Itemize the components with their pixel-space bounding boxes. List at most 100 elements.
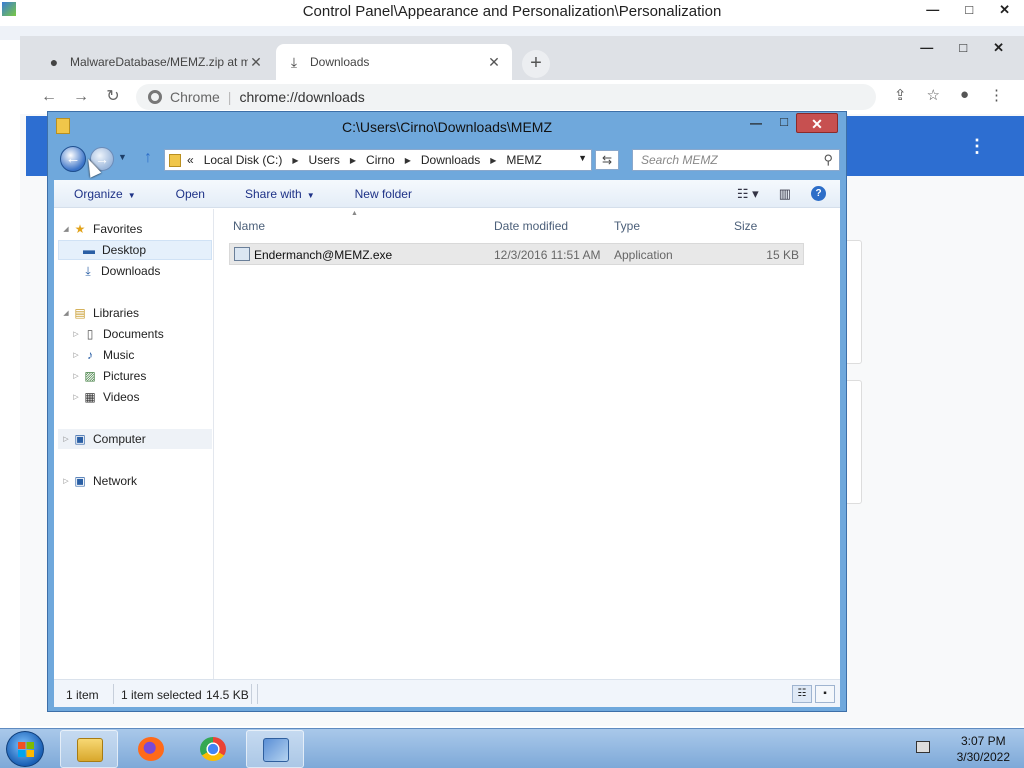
expand-arrow-icon[interactable]: ▷ bbox=[70, 330, 82, 338]
chrome-toolbar: ← → ↻ Chrome | chrome://downloads ⇪ ☆ ● … bbox=[20, 80, 1024, 114]
column-header-date[interactable]: Date modified bbox=[494, 219, 568, 233]
explorer-address-bar[interactable]: « Local Disk (C:) ▶ Users ▶ Cirno ▶ Down… bbox=[164, 149, 592, 171]
chrome-menu-icon[interactable]: ⋮ bbox=[989, 86, 1004, 104]
control-panel-title: Control Panel\Appearance and Personaliza… bbox=[302, 3, 722, 20]
forward-arrow-icon[interactable]: → bbox=[70, 86, 92, 108]
search-icon[interactable]: ⚲ bbox=[823, 152, 833, 168]
taskbar-file-explorer[interactable] bbox=[60, 730, 118, 768]
large-icons-view-icon[interactable]: ▪ bbox=[815, 685, 835, 703]
details-view-icon[interactable]: ☷ bbox=[792, 685, 812, 703]
chrome-icon bbox=[200, 737, 226, 761]
column-header-name[interactable]: Name bbox=[233, 219, 265, 233]
nav-documents[interactable]: ▷ ▯ Documents bbox=[70, 324, 163, 344]
explorer-close-button[interactable]: ✕ bbox=[796, 113, 838, 133]
chrome-maximize-button[interactable]: □ bbox=[959, 40, 967, 56]
column-header-type[interactable]: Type bbox=[614, 219, 640, 233]
share-with-menu[interactable]: Share with ▼ bbox=[245, 187, 315, 201]
selected-size: 14.5 KB bbox=[206, 688, 249, 702]
expand-arrow-icon[interactable]: ▷ bbox=[70, 351, 82, 359]
sort-indicator-icon: ▲ bbox=[351, 210, 358, 217]
explorer-title: C:\Users\Cirno\Downloads\MEMZ bbox=[341, 119, 553, 135]
up-arrow-icon[interactable]: ↑ bbox=[144, 149, 152, 167]
action-center-icon[interactable] bbox=[916, 741, 930, 753]
table-row[interactable]: Endermanch@MEMZ.exe 12/3/2016 11:51 AM A… bbox=[229, 243, 804, 265]
breadcrumb-arrow-icon[interactable]: ▶ bbox=[490, 156, 496, 165]
open-button[interactable]: Open bbox=[176, 187, 205, 201]
nav-favorites[interactable]: ◢ ★ Favorites bbox=[60, 219, 142, 239]
profile-icon[interactable]: ● bbox=[960, 86, 969, 104]
nav-desktop[interactable]: ▬ Desktop bbox=[58, 240, 212, 260]
column-header-size[interactable]: Size bbox=[734, 219, 757, 233]
nav-downloads[interactable]: ⤓ Downloads bbox=[80, 261, 160, 281]
help-icon[interactable]: ? bbox=[811, 186, 826, 201]
preview-pane-icon[interactable]: ▥ bbox=[779, 186, 791, 202]
control-panel-minimize-button[interactable]: — bbox=[926, 2, 939, 18]
share-with-label: Share with bbox=[244, 186, 302, 201]
new-tab-button[interactable]: + bbox=[522, 50, 550, 78]
download-icon: ⤓ bbox=[290, 54, 298, 70]
omnibox-scheme-label: Chrome bbox=[170, 89, 220, 105]
nav-label: Computer bbox=[93, 432, 146, 446]
nav-label: Favorites bbox=[93, 222, 143, 236]
tab-memz-github[interactable]: ● MalwareDatabase/MEMZ.zip at m ✕ bbox=[36, 44, 274, 80]
nav-pictures[interactable]: ▷ ▨ Pictures bbox=[70, 366, 146, 386]
system-clock[interactable]: 3:07 PM 3/30/2022 bbox=[957, 733, 1010, 765]
chrome-close-button[interactable]: ✕ bbox=[993, 40, 1004, 56]
tab-close-button[interactable]: ✕ bbox=[248, 54, 264, 71]
folder-icon bbox=[169, 153, 181, 167]
taskbar: 3:07 PM 3/30/2022 bbox=[0, 728, 1024, 768]
breadcrumb-downloads[interactable]: Downloads bbox=[421, 153, 480, 167]
status-bar: 1 item 1 item selected 14.5 KB ☷ ▪ bbox=[54, 679, 840, 707]
taskbar-control-panel[interactable] bbox=[246, 730, 304, 768]
address-bar[interactable]: Chrome | chrome://downloads bbox=[136, 84, 876, 110]
expand-arrow-icon[interactable]: ▷ bbox=[70, 393, 82, 401]
breadcrumb-arrow-icon[interactable]: ▶ bbox=[292, 156, 298, 165]
expand-arrow-icon[interactable]: ▷ bbox=[60, 435, 72, 443]
back-button[interactable]: ← bbox=[60, 146, 86, 172]
nav-computer[interactable]: ▷ ▣ Computer bbox=[58, 429, 212, 449]
address-dropdown-icon[interactable]: ▼ bbox=[578, 153, 587, 163]
tab-close-button[interactable]: ✕ bbox=[486, 54, 502, 71]
collapse-arrow-icon[interactable]: ◢ bbox=[60, 225, 72, 233]
control-panel-close-button[interactable]: ✕ bbox=[999, 2, 1010, 18]
collapse-arrow-icon[interactable]: ◢ bbox=[60, 309, 72, 317]
pictures-icon: ▨ bbox=[84, 369, 96, 383]
organize-menu[interactable]: Organize ▼ bbox=[74, 187, 136, 201]
taskbar-firefox[interactable] bbox=[122, 730, 180, 768]
breadcrumb-users[interactable]: Users bbox=[309, 153, 340, 167]
share-icon[interactable]: ⇪ bbox=[894, 86, 907, 104]
control-panel-maximize-button[interactable]: □ bbox=[965, 2, 973, 18]
breadcrumb-arrow-icon[interactable]: ▶ bbox=[350, 156, 356, 165]
new-folder-button[interactable]: New folder bbox=[355, 187, 412, 201]
breadcrumb-local-disk[interactable]: Local Disk (C:) bbox=[204, 153, 283, 167]
reload-icon[interactable]: ↻ bbox=[102, 86, 124, 108]
tab-downloads[interactable]: ⤓ Downloads ✕ bbox=[276, 44, 512, 80]
nav-videos[interactable]: ▷ ▦ Videos bbox=[70, 387, 139, 407]
taskbar-chrome[interactable] bbox=[184, 730, 242, 768]
nav-libraries[interactable]: ◢ ▤ Libraries bbox=[60, 303, 139, 323]
back-arrow-icon[interactable]: ← bbox=[38, 86, 60, 108]
start-button[interactable] bbox=[6, 731, 44, 767]
search-input[interactable]: Search MEMZ ⚲ bbox=[632, 149, 840, 171]
nav-label: Network bbox=[93, 474, 138, 488]
chrome-minimize-button[interactable]: — bbox=[920, 40, 933, 56]
recent-pages-dropdown[interactable]: ▼ bbox=[118, 152, 127, 162]
refresh-button[interactable]: ⇆ bbox=[595, 150, 619, 170]
breadcrumb-cirno[interactable]: Cirno bbox=[366, 153, 395, 167]
nav-music[interactable]: ▷ ♪ Music bbox=[70, 345, 134, 365]
expand-arrow-icon[interactable]: ▷ bbox=[60, 477, 72, 485]
change-view-icon[interactable]: ☷ ▾ bbox=[737, 186, 759, 202]
explorer-minimize-button[interactable]: — bbox=[746, 116, 766, 134]
breadcrumb-memz[interactable]: MEMZ bbox=[506, 153, 541, 167]
breadcrumb-overflow[interactable]: « bbox=[187, 153, 194, 167]
file-date: 12/3/2016 11:51 AM bbox=[494, 248, 601, 262]
firefox-icon bbox=[138, 737, 164, 761]
nav-label: Videos bbox=[103, 390, 140, 404]
expand-arrow-icon[interactable]: ▷ bbox=[70, 372, 82, 380]
file-type: Application bbox=[614, 248, 673, 262]
bookmark-star-icon[interactable]: ☆ bbox=[926, 86, 939, 104]
nav-network[interactable]: ▷ ▣ Network bbox=[60, 471, 137, 491]
explorer-maximize-button[interactable]: □ bbox=[774, 114, 794, 132]
breadcrumb-arrow-icon[interactable]: ▶ bbox=[405, 156, 411, 165]
downloads-menu-icon[interactable]: ⋮ bbox=[968, 136, 986, 157]
